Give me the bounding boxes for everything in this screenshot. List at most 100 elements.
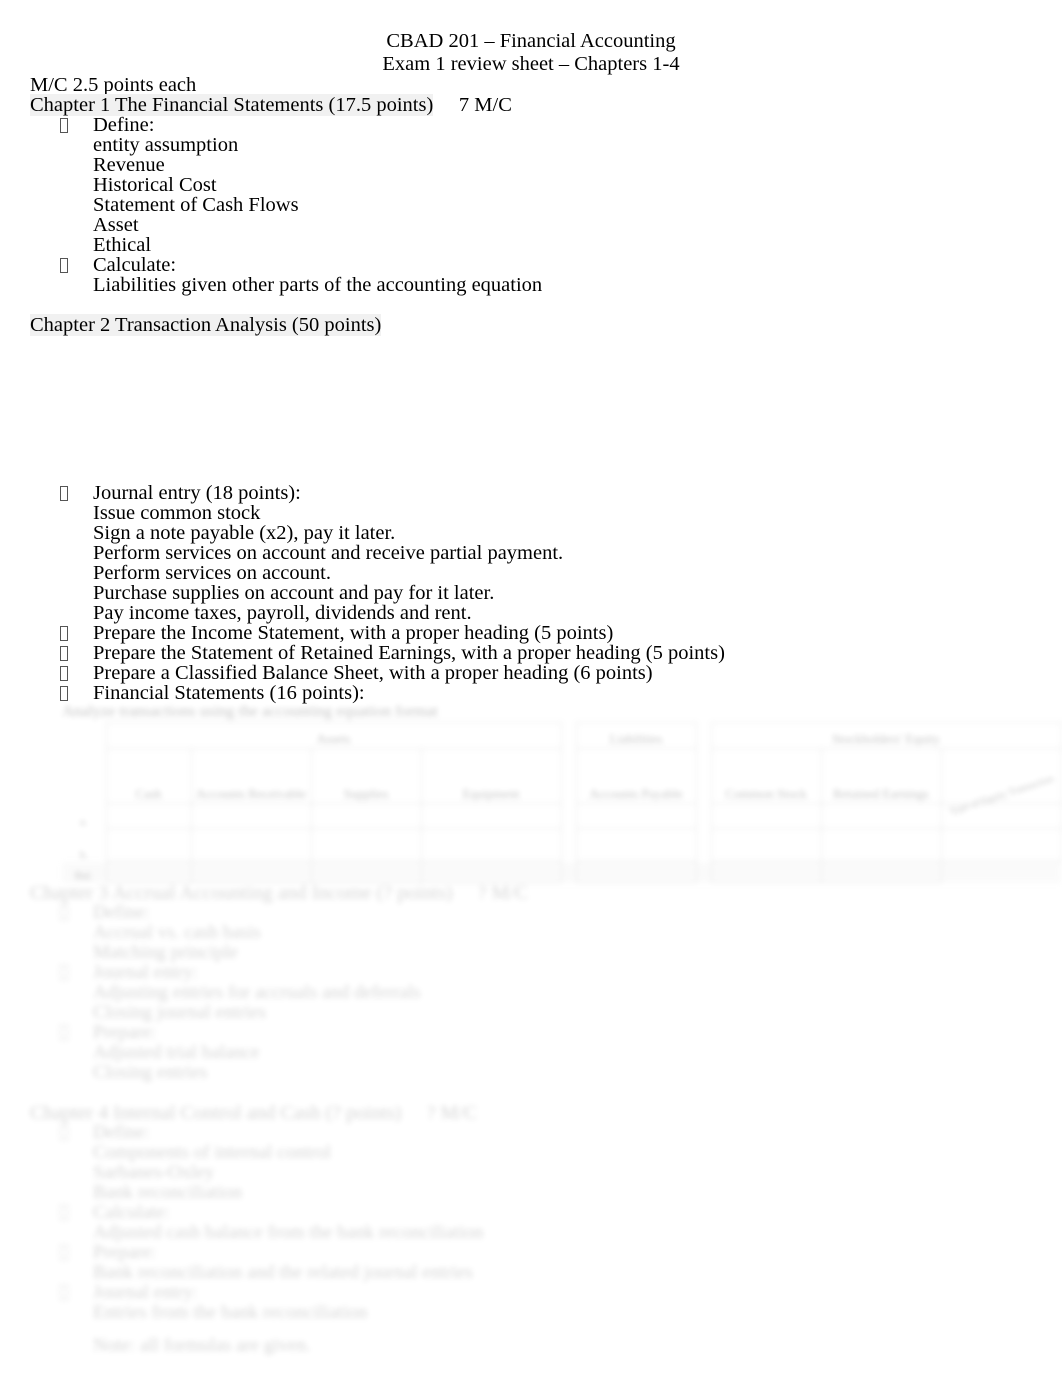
list-item: Calculate: [0,1203,1062,1223]
table-cell[interactable] [420,861,562,883]
table-row: a. [62,803,1062,829]
table-cell[interactable] [710,861,822,883]
list-item: Prepare the Income Statement, with a pro… [0,623,1062,643]
table-cell[interactable] [575,828,697,862]
list-item: Define: [0,903,1062,923]
sub-item: Issue common stock [93,502,261,524]
table-cell[interactable] [940,828,1062,862]
sub-item: Ethical [93,234,152,256]
table-cell[interactable] [820,828,942,862]
bullet-box-icon [60,626,68,641]
list-item-label: Define: [93,1122,150,1143]
chapter-1-heading-text: Chapter 1 The Financial Statements (17.5… [30,94,434,116]
table-cell[interactable] [575,803,697,829]
sub-item: Accrual vs. cash basis [93,922,261,943]
sub-item: Matching principle [93,942,239,963]
chapter-1-heading: Chapter 1 The Financial Statements (17.5… [0,94,1062,116]
table-cell[interactable] [710,803,822,829]
bullet-box-icon [60,646,68,661]
list-item: Journal entry: [0,963,1062,983]
list-item: Prepare the Statement of Retained Earnin… [0,643,1062,663]
table-cell[interactable] [820,803,942,829]
table-cell[interactable] [105,803,192,829]
sub-item: Bank reconciliation [93,1182,243,1203]
column-header-equipment: Equipment [420,748,562,804]
table-cell[interactable] [105,861,192,883]
list-item: Journal entry: [0,1283,1062,1303]
row-label: a. [79,815,88,828]
row-label: b. [79,848,88,861]
sub-item: Adjusting entries for accruals and defer… [93,982,421,1003]
table-cell [941,861,1062,883]
list-item-label: Prepare a Classified Balance Sheet, with… [93,662,653,684]
table-cell[interactable] [575,861,697,883]
column-header-accounts-receivable: Accounts Receivable [190,748,312,804]
table-cell[interactable] [190,828,312,862]
plus-sign-cell [696,723,711,749]
sub-item: Sarbanes-Oxley [93,1162,215,1183]
sub-item: entity assumption [93,134,239,156]
chapter-4-heading: Chapter 4 Internal Control and Cash (? p… [0,1103,1062,1123]
table-cell[interactable] [310,828,422,862]
table-cell[interactable] [310,861,422,883]
table-cell[interactable] [420,803,562,829]
bullet-box-icon [60,1285,68,1300]
list-item-label: Define: [93,114,155,136]
list-item: Prepare a Classified Balance Sheet, with… [0,663,1062,683]
bullet-box-icon [60,258,68,273]
sub-item: Asset [93,214,139,236]
list-item-label: Prepare: [93,1022,157,1043]
list-item-label: Prepare the Statement of Retained Earnin… [93,642,725,664]
list-item: Calculate: [0,255,1062,275]
bullet-box-icon [60,1125,68,1140]
table-cell[interactable] [820,861,942,883]
table-cell[interactable] [190,861,312,883]
table-cell[interactable] [105,828,192,862]
table-cell[interactable] [710,828,822,862]
chapter-3-mc-note: ? M/C [477,882,529,904]
bullet-box-icon [60,666,68,681]
sub-item: Perform services on account. [93,562,331,584]
group-header-liabilities: Liabilities [575,722,697,749]
group-header-equity: Stockholders' Equity [710,722,1062,749]
document-page: CBAD 201 – Financial Accounting Exam 1 r… [0,0,1062,1377]
list-item-label: Calculate: [93,1202,171,1223]
bullet-box-icon [60,1245,68,1260]
chapter-3-heading-text: Chapter 3 Accrual Accounting and Income … [30,882,453,904]
list-item-label: Define: [93,902,150,923]
column-header-cash: Cash [105,748,192,804]
table-cell[interactable] [420,828,562,862]
plus-sign-cell [696,829,711,862]
bullet-box-icon [60,1025,68,1040]
sub-item: Bank reconciliation and the related jour… [93,1262,473,1283]
plus-sign-cell [696,749,711,804]
chapter-4-heading-text: Chapter 4 Internal Control and Cash (? p… [30,1102,402,1124]
sub-item: Liabilities given other parts of the acc… [93,274,543,296]
sub-item: Revenue [93,154,165,176]
row-label: Bal. [62,861,106,883]
sub-item: Components of internal control [93,1142,331,1163]
column-header-supplies: Supplies [310,748,422,804]
chapter-3-heading: Chapter 3 Accrual Accounting and Income … [0,883,1062,903]
sub-item: Purchase supplies on account and pay for… [93,582,495,604]
list-item-label: Calculate: [93,254,177,276]
table-row: b. [62,828,1062,862]
list-item: Financial Statements (16 points): [0,683,1062,703]
blank-work-area [0,335,1062,483]
sub-item: Closing entries [93,1062,208,1083]
list-item: Define: [0,1123,1062,1143]
list-item: Journal entry (18 points): [0,483,1062,503]
mc-points-note: M/C 2.5 points each [30,74,197,96]
document-subtitle: Exam 1 review sheet – Chapters 1-4 [382,52,680,75]
table-cell[interactable] [190,803,312,829]
list-item-label: Prepare: [93,1242,157,1263]
sub-item: Entries from the bank reconciliation [93,1302,368,1323]
worksheet-caption: Analyze transactions using the accountin… [62,703,438,720]
bullet-box-icon [60,486,68,501]
table-cell[interactable] [310,803,422,829]
accounting-equation-table: Assets Liabilities Stockholders' Equity … [62,722,1062,883]
list-item: Prepare: [0,1023,1062,1043]
table-total-row: Bal. [62,861,1062,883]
bullet-box-icon [60,905,68,920]
group-header-assets: Assets [105,722,562,749]
